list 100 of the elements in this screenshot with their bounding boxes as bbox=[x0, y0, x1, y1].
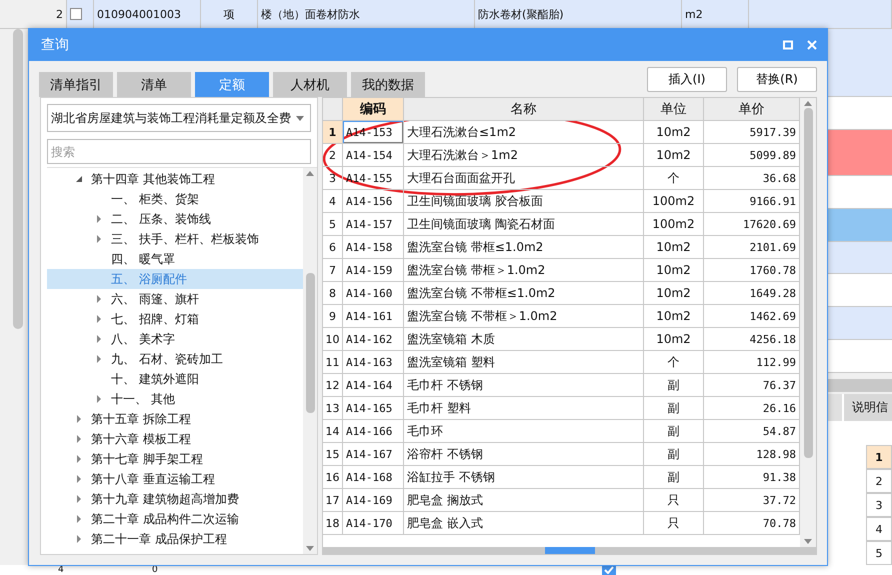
table-cell: 个 bbox=[644, 167, 704, 189]
table-cell: A14-161 bbox=[343, 305, 404, 327]
tab[interactable]: 说明信 bbox=[842, 394, 892, 422]
table-cell: 副 bbox=[644, 420, 704, 442]
action-button[interactable]: 替换(R) bbox=[737, 67, 817, 92]
table-cell: 毛巾杆 不锈钢 bbox=[404, 374, 644, 396]
scrollbar[interactable] bbox=[13, 29, 23, 329]
tree-item[interactable]: 八、 美术字 bbox=[47, 329, 303, 349]
row-number: 9 bbox=[323, 305, 343, 327]
expand-icon[interactable] bbox=[75, 415, 83, 423]
expand-icon[interactable] bbox=[75, 455, 83, 463]
table-cell: A14-156 bbox=[343, 190, 404, 212]
tree-item[interactable]: 四、 暖气罩 bbox=[47, 249, 303, 269]
tree-item[interactable]: 一、 柜类、货架 bbox=[47, 189, 303, 209]
tree-item[interactable]: 第二十一章 成品保护工程 bbox=[47, 529, 303, 549]
row-number: 14 bbox=[323, 420, 343, 442]
table-cell: 10m2 bbox=[644, 236, 704, 258]
scroll-thumb[interactable] bbox=[804, 108, 812, 458]
scroll-down-icon[interactable] bbox=[804, 539, 812, 544]
tree-item[interactable]: 第十九章 建筑物超高增加费 bbox=[47, 489, 303, 509]
row-number: 17 bbox=[323, 489, 343, 511]
row-number: 3 bbox=[866, 493, 892, 518]
expand-icon[interactable] bbox=[95, 395, 103, 403]
row-number: 2 bbox=[866, 469, 892, 494]
tree-item[interactable]: 第十六章 模板工程 bbox=[47, 429, 303, 449]
scroll-down-icon[interactable] bbox=[306, 546, 314, 551]
expand-icon[interactable] bbox=[95, 355, 103, 363]
tree-item[interactable]: 九、 石材、瓷砖加工 bbox=[47, 349, 303, 369]
scroll-thumb[interactable] bbox=[306, 273, 314, 413]
tree-item[interactable]: 第十四章 其他装饰工程 bbox=[47, 169, 303, 189]
tree-item[interactable]: 十一、 其他 bbox=[47, 389, 303, 409]
table-cell: A14-155 bbox=[343, 167, 404, 189]
table-cell: 10m2 bbox=[644, 305, 704, 327]
expand-icon[interactable] bbox=[75, 515, 83, 523]
close-icon[interactable] bbox=[807, 40, 817, 50]
table-cell: 卫生间镜面玻璃 陶瓷石材面 bbox=[404, 213, 644, 235]
tree-item[interactable]: 十、 建筑外遮阳 bbox=[47, 369, 303, 389]
table-cell: A14-164 bbox=[343, 374, 404, 396]
splitter-bar[interactable] bbox=[828, 378, 892, 392]
scrollbar[interactable] bbox=[303, 168, 317, 554]
expand-icon[interactable] bbox=[95, 235, 103, 243]
table-cell: A14-169 bbox=[343, 489, 404, 511]
expand-icon[interactable] bbox=[95, 295, 103, 303]
tree-item[interactable]: 七、 招牌、灯箱 bbox=[47, 309, 303, 329]
row-number: 5 bbox=[866, 541, 892, 565]
expand-icon[interactable] bbox=[95, 215, 103, 223]
scroll-up-icon[interactable] bbox=[306, 171, 314, 176]
column-header[interactable]: 单价 bbox=[704, 98, 800, 120]
tree-item[interactable]: 六、 雨篷、旗杆 bbox=[47, 289, 303, 309]
table-cell: 盥洗室台镜 带框＞1.0m2 bbox=[404, 259, 644, 281]
expand-icon[interactable] bbox=[95, 335, 103, 343]
table-cell: A14-165 bbox=[343, 397, 404, 419]
table-cell: 毛巾环 bbox=[404, 420, 644, 442]
library-dropdown[interactable]: 湖北省房屋建筑与装饰工程消耗量定额及全费 bbox=[47, 104, 311, 132]
tree-item[interactable]: 二、 压条、装饰线 bbox=[47, 209, 303, 229]
expand-icon[interactable] bbox=[75, 435, 83, 443]
row-number: 10 bbox=[323, 328, 343, 350]
table-cell: 卫生间镜面玻璃 胶合板面 bbox=[404, 190, 644, 212]
action-button[interactable]: 插入(I) bbox=[647, 67, 727, 92]
collapse-icon[interactable] bbox=[75, 175, 83, 183]
tab[interactable]: 我的数据 bbox=[351, 72, 425, 97]
row-number: 4 bbox=[866, 517, 892, 542]
tree-item[interactable]: 第二十章 成品构件二次运输 bbox=[47, 509, 303, 529]
table-cell: A14-166 bbox=[343, 420, 404, 442]
tree-item[interactable]: 第十八章 垂直运输工程 bbox=[47, 469, 303, 489]
scrollbar[interactable] bbox=[800, 98, 816, 547]
table-cell: 副 bbox=[644, 397, 704, 419]
table-cell: 100m2 bbox=[644, 190, 704, 212]
tab[interactable]: 清单指引 bbox=[39, 72, 113, 97]
expand-icon[interactable] bbox=[95, 315, 103, 323]
scrollbar[interactable] bbox=[323, 547, 816, 554]
table-cell: A14-160 bbox=[343, 282, 404, 304]
row-number: 4 bbox=[323, 190, 343, 212]
column-header[interactable]: 单位 bbox=[644, 98, 704, 120]
table-cell: 盥洗室台镜 不带框≤1.0m2 bbox=[404, 282, 644, 304]
table-cell: A14-159 bbox=[343, 259, 404, 281]
tab[interactable]: 人材机 bbox=[273, 72, 347, 97]
row-number: 13 bbox=[323, 397, 343, 419]
scroll-up-icon[interactable] bbox=[804, 101, 812, 106]
tree-item[interactable]: 三、 扶手、栏杆、栏板装饰 bbox=[47, 229, 303, 249]
table-cell: 只 bbox=[644, 512, 704, 534]
maximize-icon[interactable] bbox=[783, 40, 793, 50]
row-number: 1 bbox=[866, 445, 892, 470]
expand-icon[interactable] bbox=[75, 475, 83, 483]
table-cell: A14-157 bbox=[343, 213, 404, 235]
table-cell: A14-158 bbox=[343, 236, 404, 258]
window-title: 查询 bbox=[41, 36, 70, 54]
tree-item[interactable]: 第十七章 脚手架工程 bbox=[47, 449, 303, 469]
expand-icon[interactable] bbox=[75, 535, 83, 543]
expand-icon[interactable] bbox=[75, 495, 83, 503]
checkbox[interactable] bbox=[70, 8, 82, 20]
row-number: 11 bbox=[323, 351, 343, 373]
column-header[interactable]: 名称 bbox=[404, 98, 644, 120]
table-cell: 副 bbox=[644, 374, 704, 396]
tree-item[interactable]: 第十五章 拆除工程 bbox=[47, 409, 303, 429]
search-field[interactable]: 搜索 bbox=[47, 139, 311, 164]
table-cell: 100m2 bbox=[644, 213, 704, 235]
row-number: 2 bbox=[323, 144, 343, 166]
tab[interactable]: 清单 bbox=[117, 72, 191, 97]
column-header[interactable]: 编码 bbox=[343, 98, 404, 120]
